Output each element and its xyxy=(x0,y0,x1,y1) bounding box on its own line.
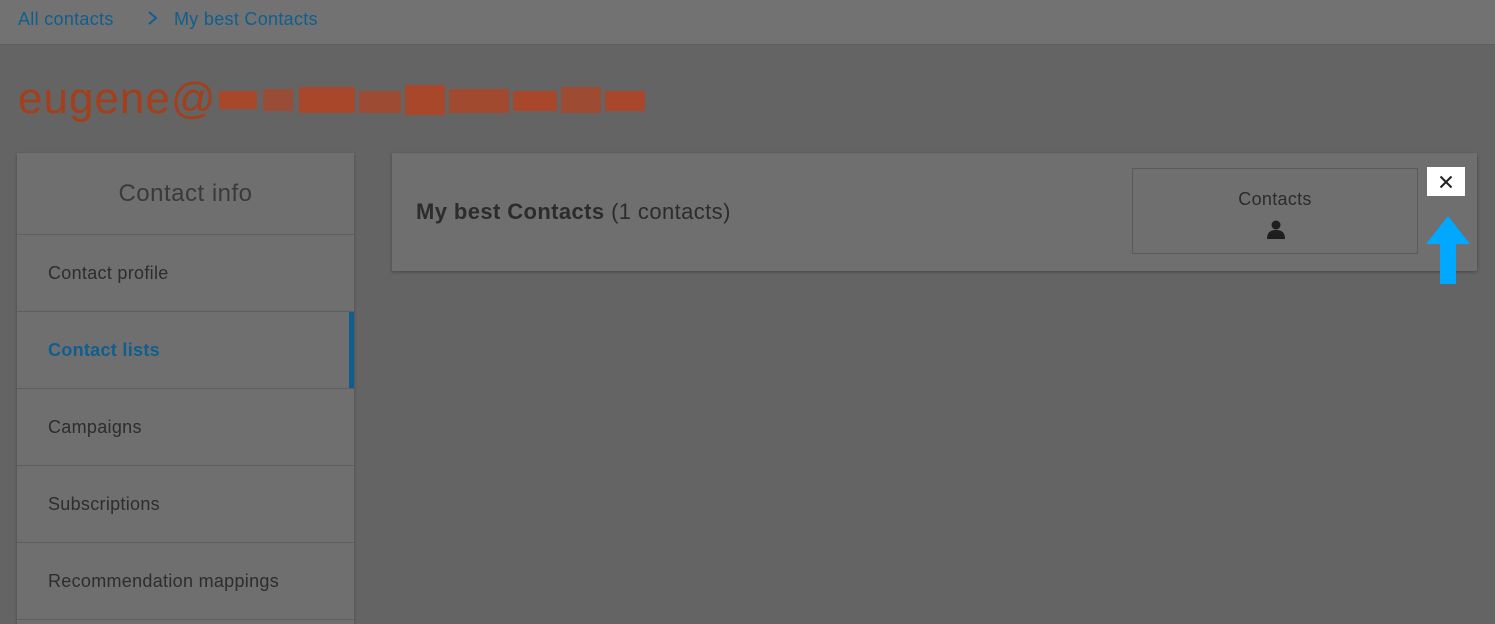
breadcrumb-current-list[interactable]: My best Contacts xyxy=(174,9,318,30)
list-contact-count: (1 contacts) xyxy=(611,199,731,224)
sidebar-item-label: Contact lists xyxy=(48,339,160,360)
breadcrumb-all-contacts[interactable]: All contacts xyxy=(18,9,114,30)
contacts-counter-label: Contacts xyxy=(1238,189,1312,209)
sidebar-item-label: Recommendation mappings xyxy=(48,570,280,591)
sidebar-item-campaigns[interactable]: Campaigns xyxy=(17,389,354,466)
chevron-right-icon xyxy=(148,11,158,25)
list-name: My best Contacts xyxy=(416,199,605,224)
sidebar-item-label: Campaigns xyxy=(48,416,142,437)
contact-info-sidebar: Contact info Contact profile Contact lis… xyxy=(17,153,354,624)
page-title: eugene@ xyxy=(18,72,645,126)
sidebar-item-recommendation-mappings[interactable]: Recommendation mappings xyxy=(17,543,354,620)
sidebar-item-contact-profile[interactable]: Contact profile xyxy=(17,235,354,312)
redacted-email-domain xyxy=(218,77,645,121)
sidebar-item-contact-lists[interactable]: Contact lists xyxy=(17,312,354,389)
sidebar-item-label: Contact profile xyxy=(48,262,169,283)
sidebar-item-label: Subscriptions xyxy=(48,493,160,514)
close-button[interactable] xyxy=(1427,167,1465,196)
sidebar-header: Contact info xyxy=(17,153,354,235)
person-icon xyxy=(1267,220,1285,239)
contacts-counter-button[interactable]: Contacts xyxy=(1132,168,1418,254)
contact-email-visible: eugene@ xyxy=(18,74,217,123)
list-title: My best Contacts (1 contacts) xyxy=(416,199,731,225)
close-icon xyxy=(1439,175,1453,188)
sidebar-item-subscriptions[interactable]: Subscriptions xyxy=(17,466,354,543)
contact-list-card: My best Contacts (1 contacts) Contacts xyxy=(392,153,1477,271)
breadcrumb: All contacts My best Contacts xyxy=(0,0,1495,45)
arrow-up-icon xyxy=(1426,216,1470,284)
